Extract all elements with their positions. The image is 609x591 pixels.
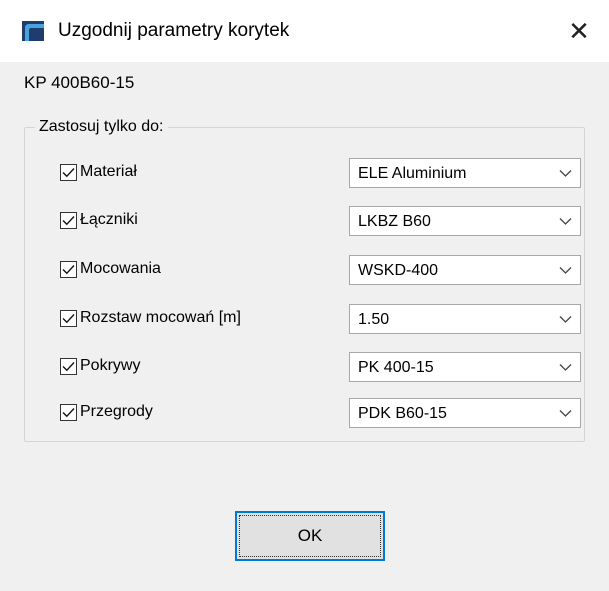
checkbox-box[interactable] xyxy=(60,357,77,375)
window-title: Uzgodnij parametry korytek xyxy=(58,20,290,41)
dividers-select[interactable]: PDK B60-15 xyxy=(349,398,581,428)
checkbox-mountings[interactable]: Mocowania xyxy=(60,257,161,281)
checkbox-label: Mocowania xyxy=(80,260,161,277)
checkbox-box[interactable] xyxy=(60,309,77,327)
checkbox-label: Materiał xyxy=(80,163,137,180)
select-value: PK 400-15 xyxy=(358,359,434,376)
checkbox-label: Pokrywy xyxy=(80,357,141,374)
checkmark-icon xyxy=(62,313,75,323)
checkmark-icon xyxy=(62,361,75,371)
checkbox-connectors[interactable]: Łączniki xyxy=(60,208,138,232)
connectors-select[interactable]: LKBZ B60 xyxy=(349,206,581,236)
checkbox-label: Łączniki xyxy=(80,211,138,228)
select-value: 1.50 xyxy=(358,311,390,328)
checkbox-label: Rozstaw mocowań [m] xyxy=(80,309,241,326)
row-connectors: Łączniki LKBZ B60 xyxy=(25,206,584,236)
close-icon: ✕ xyxy=(568,15,590,46)
mountings-select[interactable]: WSKD-400 xyxy=(349,255,581,285)
material-select[interactable]: ELE Aluminium xyxy=(349,158,581,188)
checkmark-icon xyxy=(62,167,75,177)
title-bar: Uzgodnij parametry korytek ✕ xyxy=(0,0,609,62)
chevron-down-icon xyxy=(559,364,572,371)
mounting-spacing-select[interactable]: 1.50 xyxy=(349,304,581,334)
select-value: PDK B60-15 xyxy=(358,405,447,422)
checkbox-box[interactable] xyxy=(60,403,77,421)
row-mounting-spacing: Rozstaw mocowań [m] 1.50 xyxy=(25,304,584,334)
row-dividers: Przegrody PDK B60-15 xyxy=(25,398,584,428)
apply-only-to-group: Zastosuj tylko do: Materiał ELE Aluminiu… xyxy=(24,116,585,442)
checkbox-box[interactable] xyxy=(60,260,77,278)
checkbox-box[interactable] xyxy=(60,211,77,229)
product-code: KP 400B60-15 xyxy=(24,73,135,92)
chevron-down-icon xyxy=(559,170,572,177)
select-value: WSKD-400 xyxy=(358,262,439,279)
checkbox-label: Przegrody xyxy=(80,403,153,420)
checkbox-box[interactable] xyxy=(60,163,77,181)
close-button[interactable]: ✕ xyxy=(549,0,609,62)
row-material: Materiał ELE Aluminium xyxy=(25,158,584,188)
checkbox-dividers[interactable]: Przegrody xyxy=(60,400,153,424)
row-mountings: Mocowania WSKD-400 xyxy=(25,255,584,285)
chevron-down-icon xyxy=(559,267,572,274)
chevron-down-icon xyxy=(559,316,572,323)
select-value: LKBZ B60 xyxy=(358,213,431,230)
chevron-down-icon xyxy=(559,410,572,417)
checkbox-covers[interactable]: Pokrywy xyxy=(60,354,140,378)
covers-select[interactable]: PK 400-15 xyxy=(349,352,581,382)
group-legend: Zastosuj tylko do: xyxy=(35,116,168,138)
corner-tray-icon xyxy=(22,21,44,41)
chevron-down-icon xyxy=(559,218,572,225)
row-covers: Pokrywy PK 400-15 xyxy=(25,352,584,382)
checkmark-icon xyxy=(62,264,75,274)
checkbox-material[interactable]: Materiał xyxy=(60,160,137,184)
select-value: ELE Aluminium xyxy=(358,165,467,182)
checkmark-icon xyxy=(62,407,75,417)
checkbox-mounting-spacing[interactable]: Rozstaw mocowań [m] xyxy=(60,306,241,330)
ok-button[interactable]: OK xyxy=(235,511,385,561)
checkmark-icon xyxy=(62,215,75,225)
